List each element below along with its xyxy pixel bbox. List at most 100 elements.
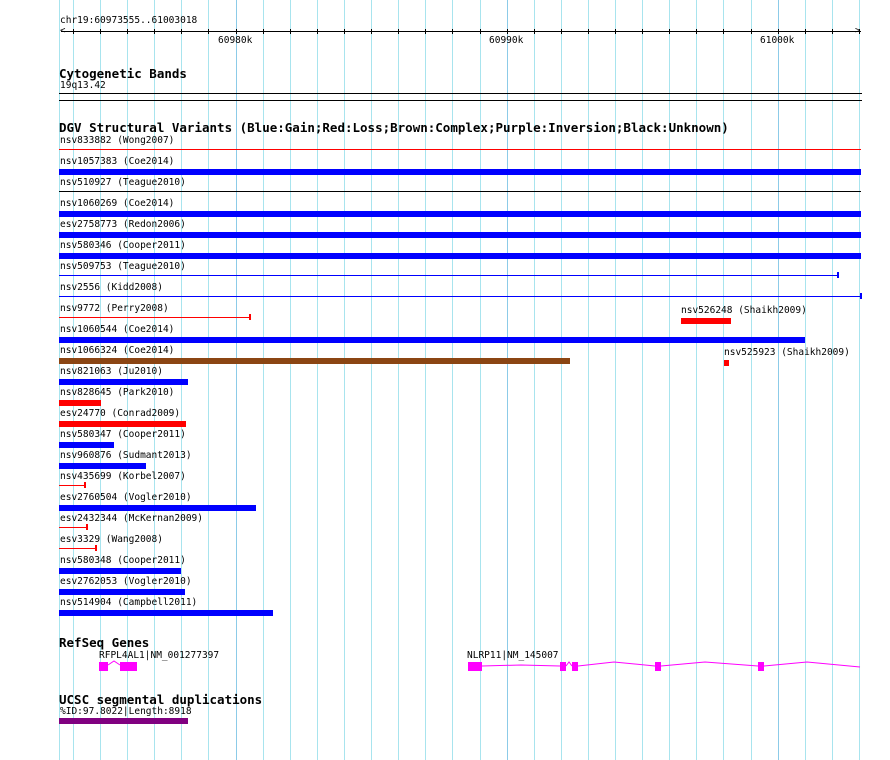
grid-line xyxy=(615,0,616,760)
variant-label: nsv1060544 (Coe2014) xyxy=(60,324,175,335)
variant-label: esv2760504 (Vogler2010) xyxy=(60,492,192,503)
grid-line xyxy=(425,0,426,760)
grid-line xyxy=(344,0,345,760)
ruler-tick xyxy=(154,29,155,34)
variant-feature[interactable] xyxy=(59,400,101,406)
variant-label: nsv828645 (Park2010) xyxy=(60,387,175,398)
variant-feature[interactable] xyxy=(59,527,87,528)
ruler-tick xyxy=(696,29,697,34)
dgv-track-title: DGV Structural Variants (Blue:Gain;Red:L… xyxy=(59,120,729,135)
refseq-track-title: RefSeq Genes xyxy=(59,635,150,650)
grid-line xyxy=(778,0,779,760)
variant-feature[interactable] xyxy=(59,169,861,175)
variant-label: nsv514904 (Campbell2011) xyxy=(60,597,198,608)
grid-line xyxy=(452,0,453,760)
variant-label: nsv1060269 (Coe2014) xyxy=(60,198,175,209)
grid-line xyxy=(507,0,508,760)
ruler-tick xyxy=(480,29,481,34)
variant-label: esv24770 (Conrad2009) xyxy=(60,408,181,419)
variant-label: nsv821063 (Ju2010) xyxy=(60,366,163,377)
variant-feature[interactable] xyxy=(59,296,861,297)
variant-feature[interactable] xyxy=(59,505,256,511)
variant-end-cap xyxy=(837,272,839,278)
variant-feature[interactable] xyxy=(59,589,185,595)
location-label: chr19:60973555..61003018 xyxy=(60,15,198,26)
variant-label: nsv2556 (Kidd2008) xyxy=(60,282,163,293)
ruler-tick xyxy=(751,29,752,34)
variant-feature[interactable] xyxy=(59,358,570,364)
grid-line xyxy=(290,0,291,760)
variant-feature[interactable] xyxy=(59,232,861,238)
variant-label: nsv580348 (Cooper2011) xyxy=(60,555,186,566)
variant-end-cap xyxy=(86,524,88,530)
variant-feature[interactable] xyxy=(59,442,114,448)
ruler-tick xyxy=(317,29,318,34)
tick-label: 60980k xyxy=(218,35,253,46)
variant-feature[interactable] xyxy=(59,568,181,574)
variant-label: nsv510927 (Teague2010) xyxy=(60,177,186,188)
variant-label: nsv1057383 (Coe2014) xyxy=(60,156,175,167)
variant-feature[interactable] xyxy=(59,211,861,217)
grid-line xyxy=(561,0,562,760)
gene-models[interactable] xyxy=(0,655,890,680)
ruler-tick xyxy=(452,29,453,34)
ruler-tick xyxy=(127,29,128,34)
variant-label: esv2758773 (Redon2006) xyxy=(60,219,186,230)
ruler-tick xyxy=(290,29,291,34)
left-arrow-icon[interactable]: < xyxy=(60,27,65,36)
ruler-tick xyxy=(805,29,806,34)
ruler-tick xyxy=(859,29,860,34)
variant-feature[interactable] xyxy=(59,337,805,343)
variant-feature[interactable] xyxy=(59,548,96,549)
variant-feature[interactable] xyxy=(59,463,146,469)
variant-feature[interactable] xyxy=(59,485,85,486)
variant-feature[interactable] xyxy=(59,317,250,318)
variant-label: esv3329 (Wang2008) xyxy=(60,534,163,545)
ruler-tick xyxy=(534,29,535,34)
variant-feature[interactable] xyxy=(59,191,861,192)
ruler-tick xyxy=(398,29,399,34)
grid-line xyxy=(859,0,860,760)
gene-NLRP11 xyxy=(468,661,861,671)
variant-feature[interactable] xyxy=(59,610,273,616)
ruler-tick xyxy=(588,29,589,34)
grid-line xyxy=(534,0,535,760)
variant-end-cap xyxy=(860,293,862,299)
variant-label: nsv525923 (Shaikh2009) xyxy=(724,347,850,358)
variant-label: nsv435699 (Korbel2007) xyxy=(60,471,186,482)
track-divider xyxy=(59,100,862,101)
grid-line xyxy=(263,0,264,760)
grid-line xyxy=(723,0,724,760)
variant-label: nsv509753 (Teague2010) xyxy=(60,261,186,272)
grid-line xyxy=(642,0,643,760)
segdup-feature[interactable] xyxy=(59,718,188,724)
grid-line xyxy=(208,0,209,760)
tick-label: 60990k xyxy=(489,35,524,46)
variant-end-cap xyxy=(95,545,97,551)
variant-label: nsv1066324 (Coe2014) xyxy=(60,345,175,356)
variant-feature[interactable] xyxy=(59,149,861,150)
ruler-tick xyxy=(642,29,643,34)
variant-label: nsv580347 (Cooper2011) xyxy=(60,429,186,440)
ruler-tick xyxy=(263,29,264,34)
ruler-tick xyxy=(236,29,237,34)
variant-feature[interactable] xyxy=(59,379,188,385)
grid-line xyxy=(751,0,752,760)
variant-feature[interactable] xyxy=(724,360,729,366)
ruler-tick xyxy=(723,29,724,34)
variant-feature[interactable] xyxy=(681,318,731,324)
segdup-track-title: UCSC segmental duplications xyxy=(59,692,263,707)
variant-end-cap xyxy=(84,482,86,488)
ruler-tick xyxy=(832,29,833,34)
variant-label: nsv9772 (Perry2008) xyxy=(60,303,169,314)
grid-line xyxy=(398,0,399,760)
variant-label: nsv960876 (Sudmant2013) xyxy=(60,450,192,461)
variant-feature[interactable] xyxy=(59,421,186,427)
cytoband-bar[interactable] xyxy=(59,93,862,94)
variant-feature[interactable] xyxy=(59,253,861,259)
variant-feature[interactable] xyxy=(59,275,838,276)
gene-RFPL4AL1 xyxy=(99,660,137,671)
ruler-tick xyxy=(208,29,209,34)
grid-line xyxy=(236,0,237,760)
cytoband-track-title: Cytogenetic Bands xyxy=(59,66,187,81)
